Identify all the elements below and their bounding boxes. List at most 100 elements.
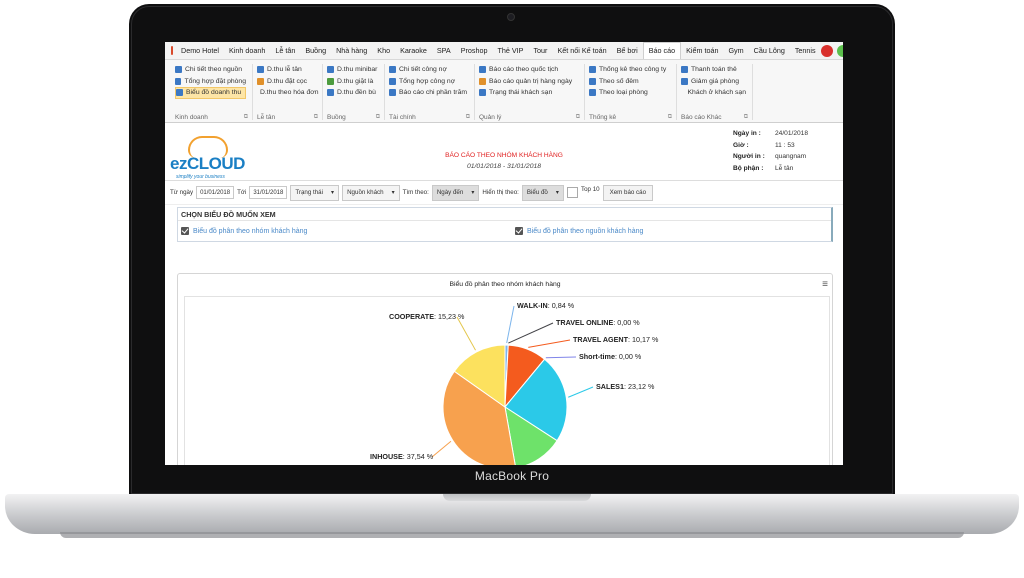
option1-label[interactable]: Biểu đồ phân theo nhóm khách hàng bbox=[193, 228, 515, 235]
ribbon: Chi tiết theo nguồn Tổng hợp đặt phòng Biể… bbox=[165, 60, 843, 123]
ribbon-item[interactable]: Báo cáo theo quốc tịch bbox=[479, 64, 578, 76]
home-icon[interactable] bbox=[171, 46, 173, 55]
to-date-input[interactable]: 31/01/2018 bbox=[249, 186, 288, 199]
ribbon-item[interactable]: Tổng hợp đặt phòng bbox=[175, 76, 246, 88]
ribbon-item[interactable]: D.thu theo hóa đơn bbox=[257, 87, 319, 99]
ribbon-group-title: Quản lý ⧉ bbox=[479, 114, 580, 121]
refresh-icon[interactable] bbox=[836, 44, 843, 57]
expand-icon[interactable]: ⧉ bbox=[376, 114, 380, 121]
menu-item-11[interactable]: Kết nối Kế toán bbox=[552, 42, 611, 60]
expand-icon[interactable]: ⧉ bbox=[244, 114, 248, 121]
from-date-input[interactable]: 01/01/2018 bbox=[196, 186, 235, 199]
chart-select-options: Biểu đồ phân theo nhóm khách hàng Biểu đ… bbox=[178, 221, 831, 241]
menu-item-6[interactable]: Karaoke bbox=[395, 42, 432, 60]
dropdown-arrow-icon: ▾ bbox=[391, 189, 395, 196]
ribbon-group-title: Kinh doanh ⧉ bbox=[175, 114, 248, 121]
ribbon-item[interactable]: Giảm giá phòng bbox=[681, 76, 746, 88]
logo-tagline: simplify your business bbox=[176, 174, 225, 180]
menu-item-16[interactable]: Cầu Lông bbox=[749, 42, 790, 60]
ribbon-item[interactable]: Khách ở khách sạn bbox=[681, 87, 747, 99]
pie-connector bbox=[508, 322, 554, 344]
ribbon-item[interactable]: D.thu đặt cọc bbox=[257, 76, 316, 88]
menu-item-3[interactable]: Buồng bbox=[300, 42, 331, 60]
report-icon bbox=[175, 77, 182, 85]
menu-item-4[interactable]: Nhà hàng bbox=[331, 42, 372, 60]
ribbon-item[interactable]: D.thu lễ tân bbox=[257, 64, 316, 76]
option2-label[interactable]: Biểu đồ phân theo nguồn khách hàng bbox=[527, 228, 643, 235]
menu-item-5[interactable]: Kho bbox=[372, 42, 395, 60]
menu-item-0[interactable]: Demo Hotel bbox=[176, 42, 224, 60]
ribbon-item-label: Báo cáo quản trị hàng ngày bbox=[489, 77, 573, 85]
report-icon bbox=[327, 77, 334, 85]
search-by-select[interactable]: Ngày đến ▾ bbox=[431, 184, 480, 201]
ribbon-item[interactable]: D.thu minibar bbox=[327, 64, 378, 76]
report-icon bbox=[389, 89, 396, 97]
expand-icon[interactable]: ⧉ bbox=[576, 114, 580, 121]
menu-item-7[interactable]: SPA bbox=[432, 42, 456, 60]
ribbon-item-label: D.thu theo hóa đơn bbox=[260, 89, 319, 97]
ribbon-item[interactable]: Chi tiết theo nguồn bbox=[175, 64, 246, 76]
ribbon-item[interactable]: Báo cáo quản trị hàng ngày bbox=[479, 76, 578, 88]
ribbon-item[interactable]: D.thu giặt là bbox=[327, 76, 378, 88]
ribbon-group-3: Chi tiết công nợ Tổng hợp công nợ Báo cáo … bbox=[385, 64, 475, 121]
chart-select-section: CHỌN BIỂU ĐỒ MUỐN XEM Biểu đồ phân theo … bbox=[177, 207, 833, 242]
chart-select-heading: CHỌN BIỂU ĐỒ MUỐN XEM bbox=[178, 208, 831, 221]
report-icon bbox=[681, 66, 688, 74]
meta-key: Người in : bbox=[733, 153, 765, 160]
user-icon[interactable] bbox=[820, 44, 833, 57]
ribbon-item-label: D.thu lễ tân bbox=[267, 66, 302, 74]
meta-row: Người in : quangnam bbox=[733, 151, 808, 163]
top10-checkbox[interactable] bbox=[567, 187, 578, 198]
expand-icon[interactable]: ⧉ bbox=[744, 114, 748, 121]
hamburger-menu-icon[interactable]: ≡ bbox=[822, 279, 828, 290]
search-by-label: Tìm theo: bbox=[402, 189, 429, 196]
chart-title: Biểu đồ phân theo nhóm khách hàng bbox=[449, 281, 561, 288]
menu-item-2[interactable]: Lễ tân bbox=[270, 42, 300, 60]
ribbon-item[interactable]: D.thu đền bù bbox=[327, 87, 378, 99]
ribbon-item[interactable]: Báo cáo chi phần trăm bbox=[389, 87, 468, 99]
ribbon-group-title: Thống kê ⧉ bbox=[589, 114, 672, 121]
status-select[interactable]: Trạng thái ▾ bbox=[290, 184, 340, 201]
ribbon-item-label: D.thu giặt là bbox=[337, 77, 374, 85]
from-label: Từ ngày bbox=[170, 189, 194, 196]
menu-item-15[interactable]: Gym bbox=[723, 42, 748, 60]
source-select[interactable]: Nguồn khách ▾ bbox=[342, 184, 400, 201]
ribbon-item-label: Tổng hợp đặt phòng bbox=[184, 77, 246, 85]
expand-icon[interactable]: ⧉ bbox=[466, 114, 470, 121]
status-select-label: Trạng thái bbox=[295, 189, 323, 196]
ribbon-item[interactable]: Thống kê theo công ty bbox=[589, 64, 670, 76]
view-report-button[interactable]: Xem báo cáo bbox=[602, 184, 654, 201]
display-by-select[interactable]: Biểu đồ ▾ bbox=[521, 184, 564, 201]
ribbon-item[interactable]: Theo loại phòng bbox=[589, 87, 670, 99]
pie-connector bbox=[568, 386, 594, 398]
laptop-base bbox=[5, 494, 1019, 534]
menu-item-14[interactable]: Kiểm toán bbox=[681, 42, 723, 60]
dropdown-arrow-icon: ▾ bbox=[555, 189, 559, 196]
ribbon-item[interactable]: Chi tiết công nợ bbox=[389, 64, 468, 76]
report-icon bbox=[389, 77, 396, 85]
ribbon-item[interactable]: Thanh toán thẻ bbox=[681, 64, 746, 76]
menu-item-1[interactable]: Kinh doanh bbox=[224, 42, 270, 60]
ribbon-item[interactable]: Trạng thái khách sạn bbox=[479, 87, 578, 99]
menu-item-12[interactable]: Bể bơi bbox=[612, 42, 643, 60]
meta-key: Giờ : bbox=[733, 141, 749, 149]
menu-item-9[interactable]: Thẻ VIP bbox=[493, 42, 529, 60]
menu-item-17[interactable]: Tennis bbox=[790, 42, 821, 60]
meta-value: quangnam bbox=[775, 153, 807, 160]
ribbon-item[interactable]: Tổng hợp công nợ bbox=[389, 76, 468, 88]
option2-checkbox[interactable] bbox=[515, 227, 523, 235]
ribbon-item[interactable]: Theo số đêm bbox=[589, 76, 670, 88]
group-title-label: Buồng bbox=[327, 114, 346, 121]
group-title-label: Kinh doanh bbox=[175, 114, 208, 121]
expand-icon[interactable]: ⧉ bbox=[314, 114, 318, 121]
ribbon-item-label: Báo cáo theo quốc tịch bbox=[489, 66, 559, 74]
menu-item-10[interactable]: Tour bbox=[528, 42, 552, 60]
ribbon-item-label: D.thu minibar bbox=[337, 66, 378, 74]
expand-icon[interactable]: ⧉ bbox=[668, 114, 672, 121]
report-icon bbox=[257, 66, 264, 74]
menu-item-8[interactable]: Proshop bbox=[456, 42, 493, 60]
option1-checkbox[interactable] bbox=[181, 227, 189, 235]
ribbon-item-label: D.thu đặt cọc bbox=[267, 77, 308, 85]
menu-item-13[interactable]: Báo cáo bbox=[642, 42, 682, 59]
ribbon-item[interactable]: Biểu đồ doanh thu bbox=[175, 87, 246, 99]
